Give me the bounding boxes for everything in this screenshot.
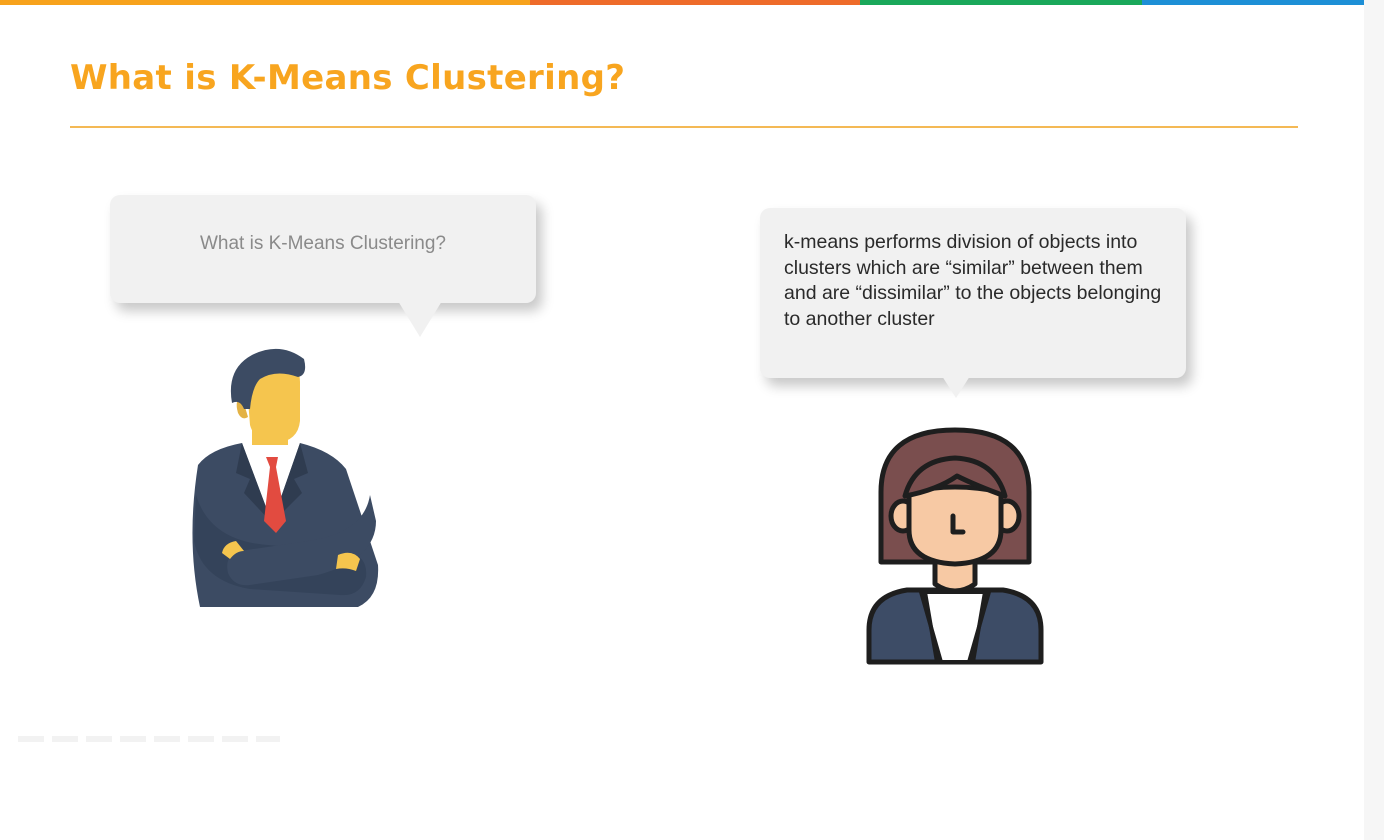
right-edge-strip xyxy=(1364,0,1384,840)
woman-icon xyxy=(866,427,1044,665)
businessman-arms-crossed-icon xyxy=(192,348,379,607)
top-bar-segment-red xyxy=(530,0,860,5)
top-color-bar xyxy=(0,0,1364,5)
faded-caption-remnant xyxy=(18,736,280,742)
answer-speech-bubble: k-means performs division of objects int… xyxy=(760,208,1186,398)
question-speech-bubble: What is K-Means Clustering? xyxy=(110,195,536,337)
answer-text: k-means performs division of objects int… xyxy=(784,231,1162,330)
slide-title: What is K-Means Clustering? xyxy=(70,58,626,98)
question-text: What is K-Means Clustering? xyxy=(199,233,447,254)
top-bar-segment-blue xyxy=(1142,0,1364,5)
slide: What is K-Means Clustering? What is K-Me… xyxy=(0,0,1384,840)
top-bar-segment-green xyxy=(860,0,1142,5)
top-bar-segment-orange xyxy=(0,0,530,5)
title-underline xyxy=(70,126,1298,128)
